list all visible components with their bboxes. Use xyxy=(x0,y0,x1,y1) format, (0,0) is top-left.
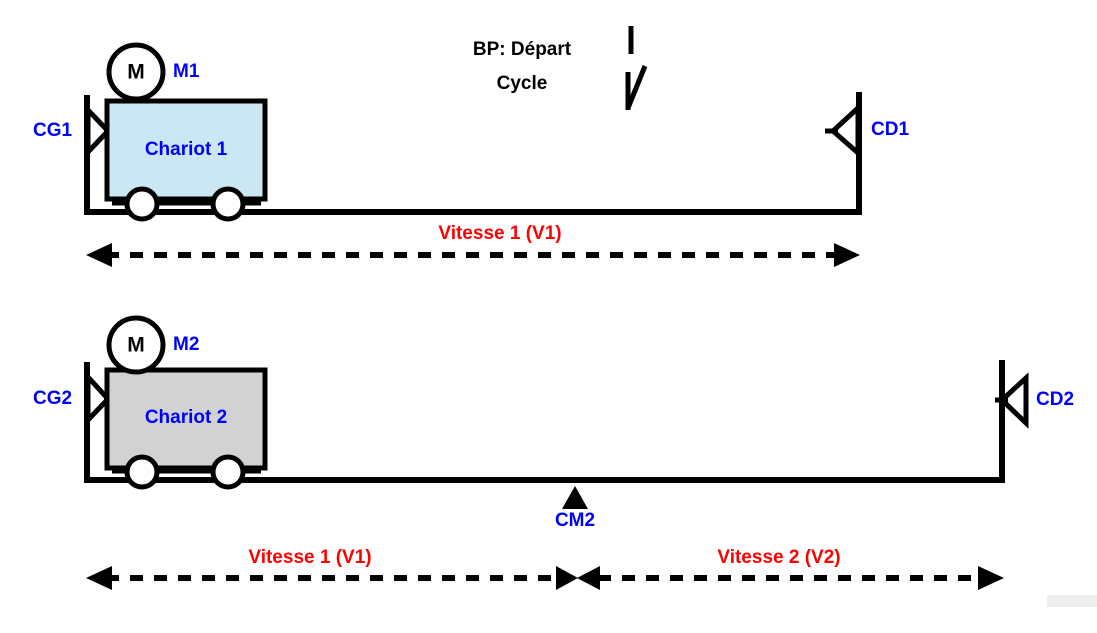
speed-1-label: Vitesse 1 (V1) xyxy=(438,223,561,244)
pushbutton-label-line2: Cycle xyxy=(497,73,548,94)
speed-2-right-label: Vitesse 2 (V2) xyxy=(717,547,840,568)
motor-2-symbol: M xyxy=(127,334,145,357)
pushbutton-label-line1: BP: Départ xyxy=(473,39,572,60)
cart-1-wheel-left xyxy=(124,186,160,222)
cd1-label: CD1 xyxy=(871,119,909,140)
carts-schematic: CG1 CD1 Chariot 1 M M1 Vitesse 1 (V1) BP… xyxy=(0,0,1097,633)
cart-2-label: Chariot 2 xyxy=(145,407,227,428)
cart-1-label: Chariot 1 xyxy=(145,139,228,160)
speed-2-left-label: Vitesse 1 (V1) xyxy=(248,547,371,568)
cg1-label: CG1 xyxy=(33,120,73,141)
cd2-label: CD2 xyxy=(1036,389,1074,410)
cg2-label: CG2 xyxy=(33,388,72,409)
motor-1-symbol: M xyxy=(127,61,145,84)
motor-1-label: M1 xyxy=(173,61,200,82)
corner-artifact xyxy=(1047,595,1097,607)
diagram-canvas: CG1 CD1 Chariot 1 M M1 Vitesse 1 (V1) BP… xyxy=(0,0,1097,633)
motor-2-label: M2 xyxy=(173,334,199,355)
background xyxy=(0,0,1097,633)
cart-1-wheel-right xyxy=(210,186,246,222)
cart-2-wheel-right xyxy=(210,454,246,490)
cart-2-wheel-left xyxy=(124,454,160,490)
cm2-label: CM2 xyxy=(555,510,595,531)
